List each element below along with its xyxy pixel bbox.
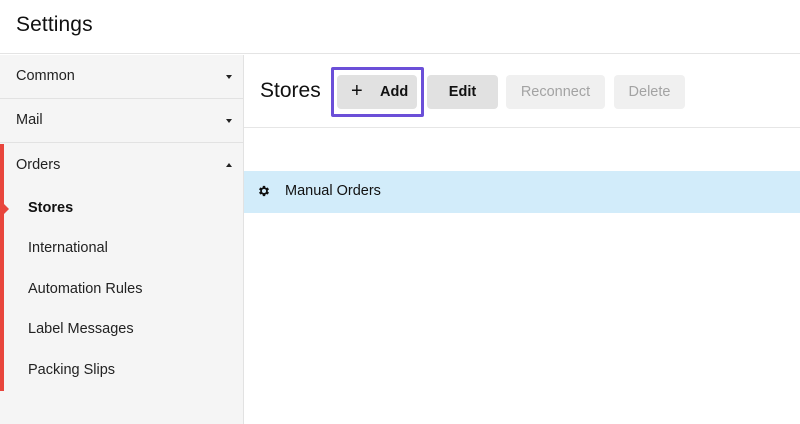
sidebar-item-label: Packing Slips xyxy=(28,362,116,378)
edit-button-label: Edit xyxy=(448,84,477,100)
sidebar-group-label: Common xyxy=(16,68,75,84)
chevron-up-icon xyxy=(226,163,232,167)
sidebar-item-label: Label Messages xyxy=(28,321,134,337)
sidebar-item-label: International xyxy=(28,240,108,256)
app-title: Settings xyxy=(16,13,93,36)
store-list-row[interactable]: Manual Orders xyxy=(244,171,800,213)
sidebar-group-orders[interactable]: Orders xyxy=(0,144,243,188)
sidebar-group-label: Mail xyxy=(16,112,43,128)
add-button-label: Add xyxy=(380,84,409,100)
edit-button[interactable]: Edit xyxy=(427,75,498,109)
active-item-marker-icon xyxy=(4,204,9,214)
delete-button-label: Delete xyxy=(628,84,671,100)
sidebar-group-label: Orders xyxy=(16,157,61,173)
sidebar-group-common[interactable]: Common xyxy=(0,55,243,99)
chevron-down-icon xyxy=(226,75,232,79)
gear-icon xyxy=(259,185,269,197)
sidebar-group-orders-section: Orders Stores International Automation R… xyxy=(0,144,243,391)
sidebar-item-automation-rules[interactable]: Automation Rules xyxy=(0,270,243,310)
sidebar-item-label-messages[interactable]: Label Messages xyxy=(0,310,243,350)
add-button[interactable]: + Add xyxy=(337,75,417,109)
reconnect-button-label: Reconnect xyxy=(520,84,591,100)
delete-button[interactable]: Delete xyxy=(614,75,685,109)
reconnect-button[interactable]: Reconnect xyxy=(506,75,605,109)
page-title: Stores xyxy=(260,79,321,102)
sidebar-item-packing-slips[interactable]: Packing Slips xyxy=(0,351,243,391)
sidebar-item-international[interactable]: International xyxy=(0,229,243,269)
store-name: Manual Orders xyxy=(285,183,381,199)
plus-icon: + xyxy=(351,80,363,102)
toolbar: Stores + Add Edit Reconnect Delete xyxy=(244,55,800,128)
top-bar: Settings xyxy=(0,0,800,54)
sidebar-item-label: Stores xyxy=(28,200,74,216)
sidebar-group-mail[interactable]: Mail xyxy=(0,99,243,143)
chevron-down-icon xyxy=(226,119,232,123)
sidebar-item-label: Automation Rules xyxy=(28,281,143,297)
sidebar-item-stores[interactable]: Stores xyxy=(0,189,243,229)
main-panel: Stores + Add Edit Reconnect Delete Manua… xyxy=(244,55,800,424)
sidebar: Common Mail Orders Stores International … xyxy=(0,55,244,424)
